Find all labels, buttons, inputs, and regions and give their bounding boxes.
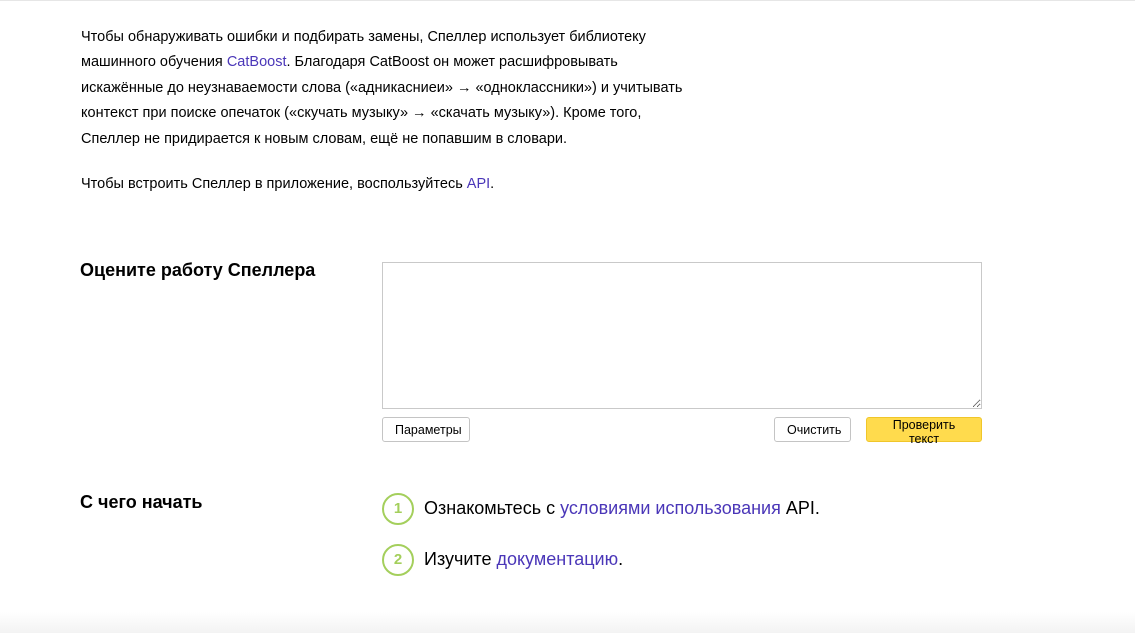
step-number-badge: 2 (382, 543, 414, 576)
step-text: Изучите документацию. (424, 549, 623, 570)
getting-started-title: С чего начать (80, 492, 203, 512)
getting-started-steps: 1 Ознакомьтесь с условиями использования… (382, 492, 1022, 594)
intro-paragraph-api: Чтобы встроить Спеллер в приложение, вос… (81, 172, 701, 197)
step-text-part: . (618, 549, 624, 569)
top-divider (0, 0, 1135, 1)
step-text-part: Изучите (424, 549, 497, 569)
step-text-part: Ознакомьтесь с (424, 498, 561, 518)
rate-speller-title: Оцените работу Спеллера (80, 260, 316, 280)
terms-of-use-link[interactable]: условиями использования (560, 498, 781, 518)
step-text: Ознакомьтесь с условиями использования A… (424, 498, 820, 519)
parameters-button[interactable]: Параметры (382, 417, 470, 442)
catboost-link[interactable]: CatBoost (227, 54, 287, 70)
check-text-button[interactable]: Проверить текст (866, 417, 982, 446)
spell-check-input[interactable] (382, 262, 982, 409)
intro-text-part: Чтобы встроить Спеллер в приложение, вос… (81, 176, 467, 193)
step-text-part: API. (780, 498, 820, 518)
documentation-link[interactable]: документацию (496, 549, 618, 569)
clear-button[interactable]: Очистить (774, 417, 851, 442)
step-item-terms: 1 Ознакомьтесь с условиями использования… (382, 492, 1022, 525)
api-link[interactable]: API (467, 176, 490, 192)
intro-text: Чтобы обнаруживать ошибки и подбирать за… (81, 25, 701, 197)
intro-text-part: . (490, 176, 495, 193)
step-item-docs: 2 Изучите документацию. (382, 543, 1022, 576)
intro-paragraph-catboost: Чтобы обнаруживать ошибки и подбирать за… (81, 25, 701, 152)
step-number-badge: 1 (382, 492, 414, 525)
bottom-shadow (0, 612, 1135, 633)
